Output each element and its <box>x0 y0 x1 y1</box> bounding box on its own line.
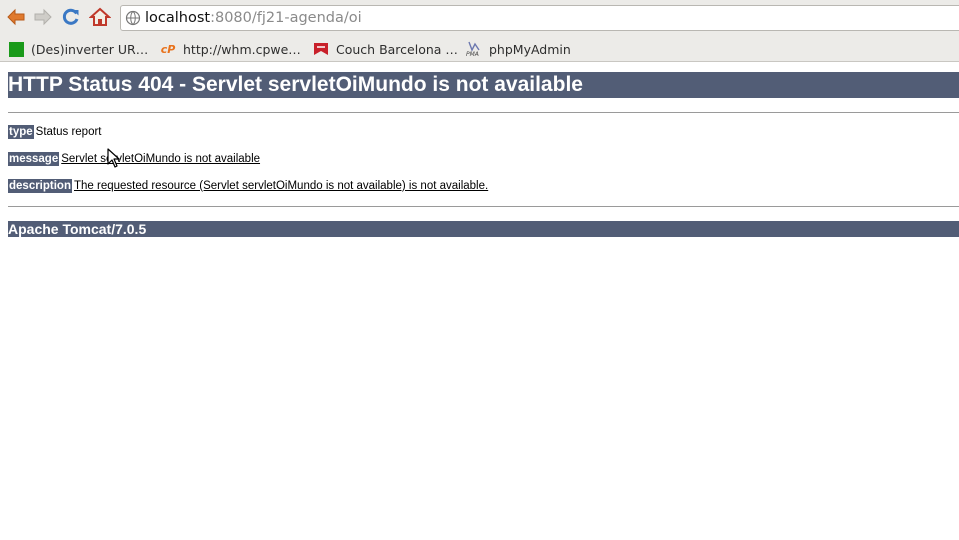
divider <box>8 206 959 207</box>
reload-button[interactable] <box>60 6 82 28</box>
reload-icon <box>62 8 79 25</box>
back-arrow-icon <box>7 8 25 26</box>
bookmark-whm[interactable]: cP http://whm.cpwe… <box>160 39 301 59</box>
description-value: The requested resource (Servlet servletO… <box>73 180 489 192</box>
green-square-icon <box>8 41 24 57</box>
bookmark-couch-barcelona[interactable]: Couch Barcelona … <box>313 39 458 59</box>
server-footer: Apache Tomcat/7.0.5 <box>8 221 959 237</box>
forward-button[interactable] <box>32 6 54 28</box>
phpmyadmin-icon: PMA <box>466 41 482 57</box>
bookmark-phpmyadmin[interactable]: PMA phpMyAdmin <box>466 39 571 59</box>
type-row: type Status report <box>8 125 102 139</box>
type-label: type <box>8 125 34 139</box>
home-button[interactable] <box>89 6 111 28</box>
couch-icon <box>313 41 329 57</box>
home-icon <box>89 7 111 26</box>
globe-icon <box>125 10 141 26</box>
cpanel-icon: cP <box>160 42 176 56</box>
message-label: message <box>8 152 60 166</box>
bookmark-label: (Des)inverter UR… <box>31 41 149 57</box>
svg-text:PMA: PMA <box>466 51 479 57</box>
forward-arrow-icon <box>34 8 52 26</box>
bookmark-label: Couch Barcelona … <box>336 41 458 57</box>
url-path: :8080/fj21-agenda/oi <box>210 10 362 26</box>
browser-toolbar: localhost:8080/fj21-agenda/oi <box>0 0 959 36</box>
message-row: message Servlet servletOiMundo is not ava… <box>8 152 260 166</box>
bookmarks-bar: (Des)inverter UR… cP http://whm.cpwe… Co… <box>0 36 959 62</box>
message-value: Servlet servletOiMundo is not available <box>61 153 261 165</box>
type-value: Status report <box>35 126 102 138</box>
page-title: HTTP Status 404 - Servlet servletOiMundo… <box>8 72 959 98</box>
url-host: localhost <box>145 10 211 26</box>
description-label: description <box>8 179 72 193</box>
divider <box>8 112 959 113</box>
bookmark-label: http://whm.cpwe… <box>183 41 301 57</box>
description-row: description The requested resource (Servl… <box>8 179 488 193</box>
mouse-pointer-icon <box>107 148 120 168</box>
bookmark-label: phpMyAdmin <box>489 41 571 57</box>
bookmark-desinverter[interactable]: (Des)inverter UR… <box>8 39 148 59</box>
address-bar[interactable]: localhost:8080/fj21-agenda/oi <box>120 5 959 31</box>
back-button[interactable] <box>5 6 27 28</box>
url-text: localhost:8080/fj21-agenda/oi <box>145 9 362 27</box>
